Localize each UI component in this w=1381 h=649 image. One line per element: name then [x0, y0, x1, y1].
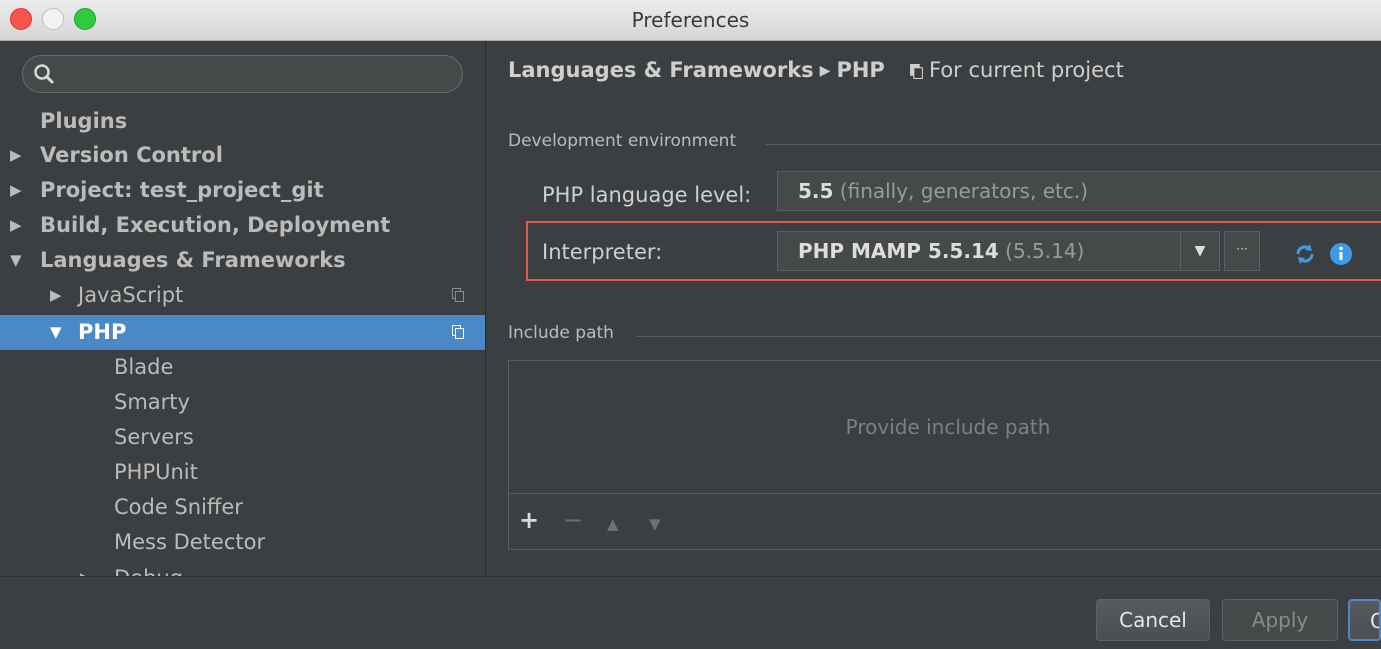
- sidebar-item-code-sniffer[interactable]: Code Sniffer: [0, 490, 485, 525]
- expand-arrow-icon[interactable]: ▶: [50, 278, 62, 313]
- interpreter-label: Interpreter:: [542, 240, 663, 264]
- remove-path-button[interactable]: −: [563, 508, 583, 532]
- expand-arrow-icon[interactable]: ▶: [10, 173, 22, 208]
- move-down-button[interactable]: ▼: [649, 512, 661, 536]
- sidebar-item-phpunit[interactable]: PHPUnit: [0, 455, 485, 490]
- sidebar-item-label: Build, Execution, Deployment: [40, 213, 391, 237]
- move-up-button[interactable]: ▲: [607, 512, 619, 536]
- collapse-arrow-icon[interactable]: ▼: [10, 243, 22, 278]
- sidebar-item-label: PHP: [78, 320, 127, 344]
- group-separator: [766, 144, 1381, 145]
- collapse-arrow-icon[interactable]: ▼: [50, 315, 62, 350]
- project-scope-icon: [910, 64, 923, 79]
- include-path-placeholder: Provide include path: [845, 415, 1051, 439]
- sidebar-item-blade[interactable]: Blade: [0, 350, 485, 385]
- cancel-button[interactable]: Cancel: [1096, 599, 1210, 641]
- sidebar-item-project[interactable]: ▶ Project: test_project_git: [0, 173, 485, 208]
- sidebar-item-build-execution-deployment[interactable]: ▶ Build, Execution, Deployment: [0, 208, 485, 243]
- add-path-button[interactable]: +: [519, 508, 539, 532]
- sidebar-item-label: Debug: [114, 561, 183, 576]
- search-input[interactable]: [59, 60, 453, 90]
- project-scope-icon: [452, 325, 464, 339]
- info-icon[interactable]: [1329, 242, 1353, 266]
- chevron-down-icon[interactable]: ▼: [1180, 232, 1219, 270]
- sidebar-item-label: Blade: [114, 355, 174, 379]
- group-separator: [636, 336, 1381, 337]
- sidebar-item-label: Code Sniffer: [114, 495, 243, 519]
- search-icon: [34, 64, 54, 84]
- breadcrumb: Languages & Frameworks ▶ PHP: [508, 58, 885, 82]
- expand-arrow-icon[interactable]: ▶: [10, 208, 22, 243]
- sidebar-item-debug[interactable]: ▶ Debug: [0, 561, 485, 576]
- interpreter-combo[interactable]: PHP MAMP 5.5.14 (5.5.14) ▼: [777, 231, 1220, 271]
- sidebar-item-languages-frameworks[interactable]: ▼ Languages & Frameworks: [0, 243, 485, 278]
- sidebar-item-label: Languages & Frameworks: [40, 248, 346, 272]
- interpreter-value: PHP MAMP 5.5.14: [798, 239, 999, 263]
- scope-indicator: For current project: [910, 58, 1124, 82]
- include-path-group-title: Include path: [508, 323, 614, 343]
- sidebar-item-php[interactable]: ▼ PHP: [0, 315, 485, 350]
- ok-button[interactable]: OK: [1348, 599, 1381, 641]
- interpreter-version: (5.5.14): [1005, 239, 1085, 263]
- breadcrumb-separator-icon: ▶: [819, 63, 831, 79]
- sidebar-item-label: Servers: [114, 425, 194, 449]
- apply-button[interactable]: Apply: [1222, 599, 1338, 641]
- sidebar-item-label: Project: test_project_git: [40, 178, 324, 202]
- sidebar-item-label: JavaScript: [78, 283, 184, 307]
- include-path-toolbar: + − ▲ ▼: [508, 494, 1381, 550]
- sidebar-item-label: PHPUnit: [114, 460, 198, 484]
- breadcrumb-section: Languages & Frameworks: [508, 58, 814, 82]
- sidebar-item-label: Version Control: [40, 143, 223, 167]
- browse-interpreter-button[interactable]: ···: [1224, 231, 1260, 271]
- sidebar-item-version-control[interactable]: ▶ Version Control: [0, 138, 485, 173]
- settings-content: Languages & Frameworks ▶ PHP For current p…: [486, 41, 1381, 576]
- scope-label: For current project: [929, 58, 1124, 82]
- sidebar-item-servers[interactable]: Servers: [0, 420, 485, 455]
- sidebar-item-label: Smarty: [114, 390, 190, 414]
- sidebar-item-label: Plugins: [40, 109, 128, 133]
- window-title: Preferences: [631, 8, 750, 32]
- sidebar-item-plugins[interactable]: Plugins: [0, 104, 485, 139]
- sidebar-item-mess-detector[interactable]: Mess Detector: [0, 525, 485, 560]
- language-level-combo[interactable]: 5.5 (finally, generators, etc.): [777, 171, 1381, 211]
- breadcrumb-page: PHP: [836, 58, 885, 82]
- settings-search[interactable]: [22, 55, 463, 93]
- expand-arrow-icon[interactable]: ▶: [80, 561, 92, 576]
- language-level-value: 5.5: [798, 179, 834, 203]
- sidebar-item-javascript[interactable]: ▶ JavaScript: [0, 278, 485, 313]
- title-bar: Preferences: [0, 0, 1381, 41]
- expand-arrow-icon[interactable]: ▶: [10, 138, 22, 173]
- sidebar-item-smarty[interactable]: Smarty: [0, 385, 485, 420]
- refresh-icon[interactable]: [1294, 243, 1316, 265]
- sidebar-item-label: Mess Detector: [114, 530, 266, 554]
- dialog-footer: Cancel Apply OK: [0, 576, 1381, 649]
- language-level-label: PHP language level:: [542, 183, 752, 207]
- project-scope-icon: [452, 288, 464, 302]
- dev-env-group-title: Development environment: [508, 131, 737, 151]
- settings-sidebar: Plugins ▶ Version Control ▶ Project: tes…: [0, 41, 485, 576]
- language-level-desc: (finally, generators, etc.): [839, 179, 1088, 203]
